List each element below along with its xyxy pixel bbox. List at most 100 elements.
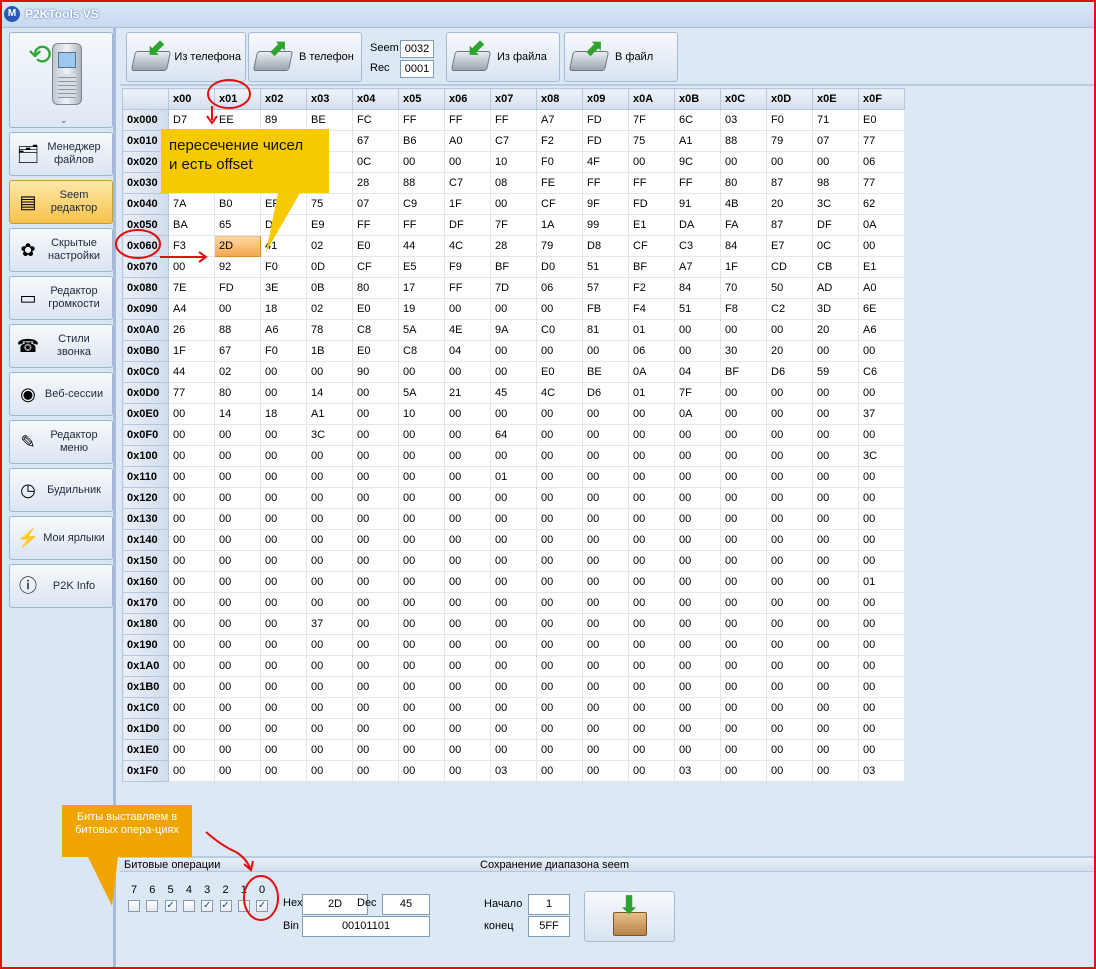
hex-cell[interactable]: EF <box>260 193 307 215</box>
bit-2-checkbox[interactable]: ✓ <box>219 900 232 912</box>
hex-cell[interactable]: F0 <box>536 151 583 173</box>
hex-cell[interactable]: E5 <box>398 256 445 278</box>
hex-cell[interactable]: 00 <box>214 424 261 446</box>
hex-cell[interactable]: 00 <box>536 739 583 761</box>
hex-cell[interactable]: 00 <box>398 487 445 509</box>
hex-cell[interactable]: E1 <box>858 256 905 278</box>
hex-cell[interactable]: 00 <box>398 361 445 383</box>
hex-cell[interactable]: CD <box>766 256 813 278</box>
hex-cell[interactable]: DA <box>674 214 721 236</box>
hex-cell[interactable]: 00 <box>674 697 721 719</box>
hex-cell[interactable]: 28 <box>352 172 399 194</box>
hex-cell[interactable]: FF <box>398 214 445 236</box>
hex-cell[interactable]: 10 <box>490 151 537 173</box>
hex-cell[interactable]: 00 <box>674 319 721 341</box>
hex-cell[interactable]: F2 <box>628 277 675 299</box>
hex-cell[interactable]: 00 <box>628 424 675 446</box>
hex-cell[interactable]: 30 <box>720 340 767 362</box>
hex-cell[interactable]: 04 <box>674 361 721 383</box>
hex-cell[interactable]: 00 <box>582 739 629 761</box>
hex-cell[interactable]: 91 <box>674 193 721 215</box>
hex-cell[interactable]: 00 <box>720 487 767 509</box>
hex-cell[interactable]: 00 <box>582 340 629 362</box>
hex-cell[interactable]: 87 <box>766 214 813 236</box>
hex-cell[interactable]: F8 <box>720 298 767 320</box>
hex-cell[interactable]: 75 <box>306 193 353 215</box>
phone-sync-panel[interactable]: ⟲ ⌄ <box>9 32 113 128</box>
hex-cell[interactable]: 00 <box>490 613 537 635</box>
dec-value-field[interactable]: 45 <box>382 894 430 915</box>
bit-5-checkbox[interactable]: ✓ <box>164 900 177 912</box>
range-end-field[interactable]: 5FF <box>528 916 570 937</box>
to-file-button[interactable]: ⬈ В файл <box>564 32 678 82</box>
hex-cell[interactable]: 00 <box>352 508 399 530</box>
hex-cell[interactable]: CF <box>628 235 675 257</box>
hex-cell[interactable]: 00 <box>766 550 813 572</box>
hex-cell[interactable]: 00 <box>306 697 353 719</box>
hex-cell[interactable]: 02 <box>214 361 261 383</box>
hex-cell[interactable]: 00 <box>306 529 353 551</box>
hex-cell[interactable]: BF <box>628 256 675 278</box>
hex-cell[interactable]: 00 <box>352 403 399 425</box>
hex-cell[interactable]: FF <box>674 172 721 194</box>
hex-cell[interactable]: 00 <box>812 382 859 404</box>
hex-cell[interactable]: 00 <box>214 592 261 614</box>
hex-cell[interactable]: 00 <box>628 676 675 698</box>
hex-cell[interactable]: 00 <box>766 151 813 173</box>
hex-cell[interactable]: 88 <box>398 172 445 194</box>
hex-cell[interactable]: 3C <box>858 445 905 467</box>
hex-cell[interactable]: 0A <box>674 403 721 425</box>
hex-cell[interactable]: 00 <box>536 760 583 782</box>
hex-cell[interactable]: 62 <box>858 193 905 215</box>
bit-1-checkbox[interactable] <box>237 900 250 912</box>
hex-cell[interactable]: 65 <box>214 214 261 236</box>
hex-cell[interactable]: FD <box>582 130 629 152</box>
hex-cell[interactable]: 00 <box>582 634 629 656</box>
hex-cell[interactable]: 00 <box>398 760 445 782</box>
hex-cell[interactable]: 00 <box>720 382 767 404</box>
hex-cell[interactable]: 00 <box>582 445 629 467</box>
hex-cell[interactable]: 00 <box>398 151 445 173</box>
hex-cell[interactable]: 00 <box>536 487 583 509</box>
hex-cell[interactable]: 84 <box>720 235 767 257</box>
hex-cell[interactable]: 00 <box>628 466 675 488</box>
hex-cell[interactable]: 00 <box>766 634 813 656</box>
hex-cell[interactable]: 00 <box>260 361 307 383</box>
hex-cell[interactable]: 06 <box>858 151 905 173</box>
hex-cell[interactable]: 7F <box>674 382 721 404</box>
hex-cell[interactable]: 00 <box>306 739 353 761</box>
hex-cell[interactable]: 00 <box>214 718 261 740</box>
hex-cell[interactable]: 00 <box>306 508 353 530</box>
hex-cell[interactable]: C6 <box>858 361 905 383</box>
hex-cell[interactable]: B0 <box>214 193 261 215</box>
hex-cell[interactable]: EE <box>214 109 261 131</box>
hex-cell[interactable]: E0 <box>858 109 905 131</box>
hex-cell[interactable]: 00 <box>490 340 537 362</box>
hex-cell[interactable]: 00 <box>582 550 629 572</box>
hex-cell[interactable]: 7A <box>168 193 215 215</box>
hex-cell[interactable]: 00 <box>398 445 445 467</box>
hex-cell[interactable]: D8 <box>582 235 629 257</box>
hex-cell[interactable]: 00 <box>858 529 905 551</box>
hex-cell[interactable]: 00 <box>306 718 353 740</box>
hex-cell[interactable]: 00 <box>168 571 215 593</box>
hex-cell[interactable]: 00 <box>766 655 813 677</box>
hex-cell[interactable]: 19 <box>398 298 445 320</box>
hex-cell[interactable]: FC <box>352 109 399 131</box>
hex-cell[interactable]: 00 <box>582 466 629 488</box>
hex-cell[interactable]: CB <box>812 256 859 278</box>
hex-cell[interactable]: 00 <box>168 592 215 614</box>
hex-cell[interactable]: 4C <box>536 382 583 404</box>
hex-cell[interactable]: F9 <box>444 256 491 278</box>
hex-cell[interactable]: 00 <box>858 508 905 530</box>
hex-cell[interactable]: 00 <box>444 571 491 593</box>
hex-cell[interactable]: 00 <box>398 613 445 635</box>
hex-cell[interactable]: 1B <box>306 340 353 362</box>
hex-cell[interactable]: 00 <box>628 529 675 551</box>
hex-cell[interactable]: 41 <box>260 235 307 257</box>
hex-cell[interactable]: 00 <box>766 445 813 467</box>
hex-cell[interactable]: 6C <box>674 109 721 131</box>
hex-cell[interactable]: 00 <box>812 697 859 719</box>
hex-cell[interactable]: C8 <box>352 319 399 341</box>
hex-cell[interactable]: 00 <box>766 529 813 551</box>
